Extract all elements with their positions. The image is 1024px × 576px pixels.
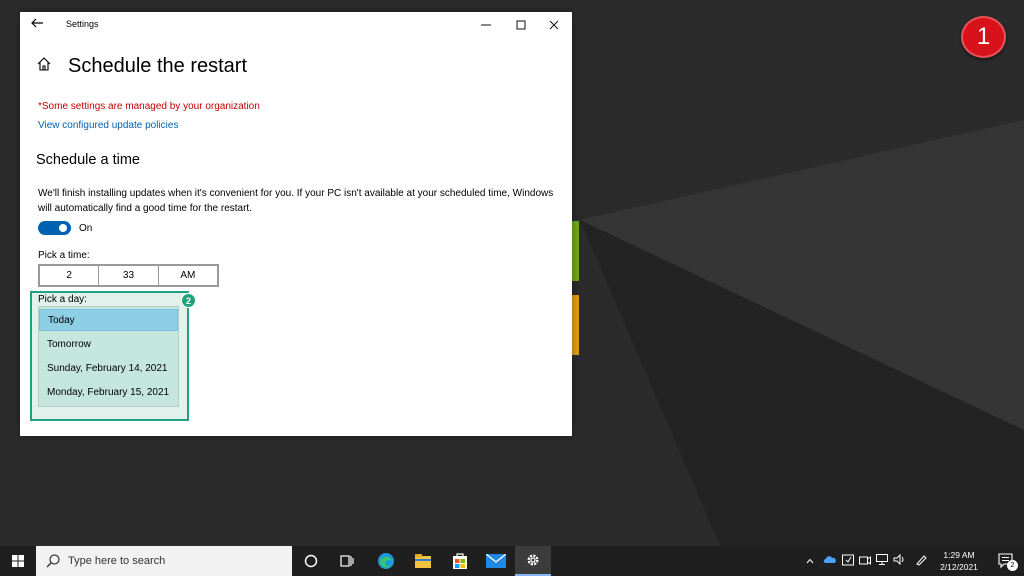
step-badge-1: 1: [961, 16, 1006, 58]
back-button[interactable]: [30, 16, 48, 34]
cortana-icon: [304, 554, 318, 568]
view-policies-link[interactable]: View configured update policies: [38, 120, 178, 131]
schedule-description: We'll finish installing updates when it'…: [38, 188, 554, 214]
notification-count-badge: 2: [1007, 560, 1018, 571]
cortana-button[interactable]: [293, 546, 329, 576]
folder-icon: [415, 554, 431, 568]
section-title: Schedule a time: [36, 152, 140, 168]
clock-date: 2/12/2021: [940, 562, 978, 572]
pen-workspace-icon[interactable]: [915, 554, 927, 569]
edge-button[interactable]: [368, 546, 404, 576]
camera-icon: [859, 555, 871, 565]
defender-tray-icon[interactable]: [842, 554, 854, 569]
network-icon[interactable]: [876, 554, 888, 568]
task-view-button[interactable]: [329, 546, 365, 576]
minute-field[interactable]: 33: [99, 266, 159, 285]
meet-now-icon[interactable]: [859, 555, 871, 568]
house-icon: [37, 57, 51, 71]
page-title: Schedule the restart: [68, 55, 247, 77]
maximize-button[interactable]: [506, 15, 536, 35]
store-icon: [453, 553, 467, 569]
onedrive-icon[interactable]: [823, 555, 837, 567]
task-view-icon: [340, 555, 354, 567]
step-badge-2: 2: [181, 293, 196, 308]
window-title: Settings: [66, 19, 99, 29]
org-managed-message: *Some settings are managed by your organ…: [38, 101, 260, 112]
arrow-left-icon: [31, 18, 43, 28]
close-button[interactable]: [539, 15, 569, 35]
toggle-knob: [59, 224, 67, 232]
home-icon[interactable]: [36, 56, 54, 74]
gear-icon: [527, 554, 539, 566]
chevron-up-icon[interactable]: [806, 556, 814, 567]
search-icon: [46, 554, 60, 568]
pick-time-label: Pick a time:: [38, 250, 90, 261]
cloud-icon: [823, 556, 836, 563]
mail-button[interactable]: [478, 546, 514, 576]
day-dropdown-list[interactable]: Today Tomorrow Sunday, February 14, 2021…: [38, 306, 179, 407]
clock-time: 1:29 AM: [943, 550, 975, 560]
maximize-icon: [516, 20, 526, 30]
search-placeholder: Type here to search: [68, 555, 166, 567]
taskbar-clock[interactable]: 1:29 AM 2/12/2021: [930, 549, 988, 573]
day-option-sunday[interactable]: Sunday, February 14, 2021: [39, 357, 178, 379]
title-bar: Settings: [20, 12, 572, 38]
day-option-today[interactable]: Today: [39, 309, 178, 331]
taskbar: Type here to search 1:29 AM 2/12/2021 2: [0, 546, 1024, 576]
action-center-button[interactable]: 2: [990, 546, 1024, 576]
windows-logo-icon: [12, 555, 24, 567]
close-icon: [549, 20, 559, 30]
period-field[interactable]: AM: [159, 266, 217, 285]
edge-icon: [378, 553, 394, 569]
minimize-button[interactable]: [471, 15, 501, 35]
file-explorer-button[interactable]: [405, 546, 441, 576]
settings-taskbar-button[interactable]: [515, 546, 551, 576]
hour-field[interactable]: 2: [40, 266, 100, 285]
toggle-state-label: On: [79, 223, 93, 234]
day-option-tomorrow[interactable]: Tomorrow: [39, 333, 178, 355]
volume-icon[interactable]: [893, 553, 906, 568]
pick-day-label: Pick a day:: [38, 294, 87, 305]
day-option-monday[interactable]: Monday, February 15, 2021: [39, 381, 178, 403]
mail-icon: [486, 554, 506, 568]
schedule-toggle[interactable]: [38, 221, 71, 235]
start-button[interactable]: [0, 546, 36, 576]
show-hidden-icons-icon: [806, 558, 814, 563]
system-tray: [806, 546, 927, 576]
store-button[interactable]: [442, 546, 478, 576]
monitor-network-icon: [876, 554, 888, 565]
taskbar-search-box[interactable]: Type here to search: [36, 546, 292, 576]
minimize-icon: [481, 24, 491, 26]
time-picker[interactable]: 2 33 AM: [38, 264, 219, 287]
shield-icon: [842, 554, 854, 565]
speaker-icon: [893, 553, 904, 566]
pen-icon: [916, 554, 927, 566]
